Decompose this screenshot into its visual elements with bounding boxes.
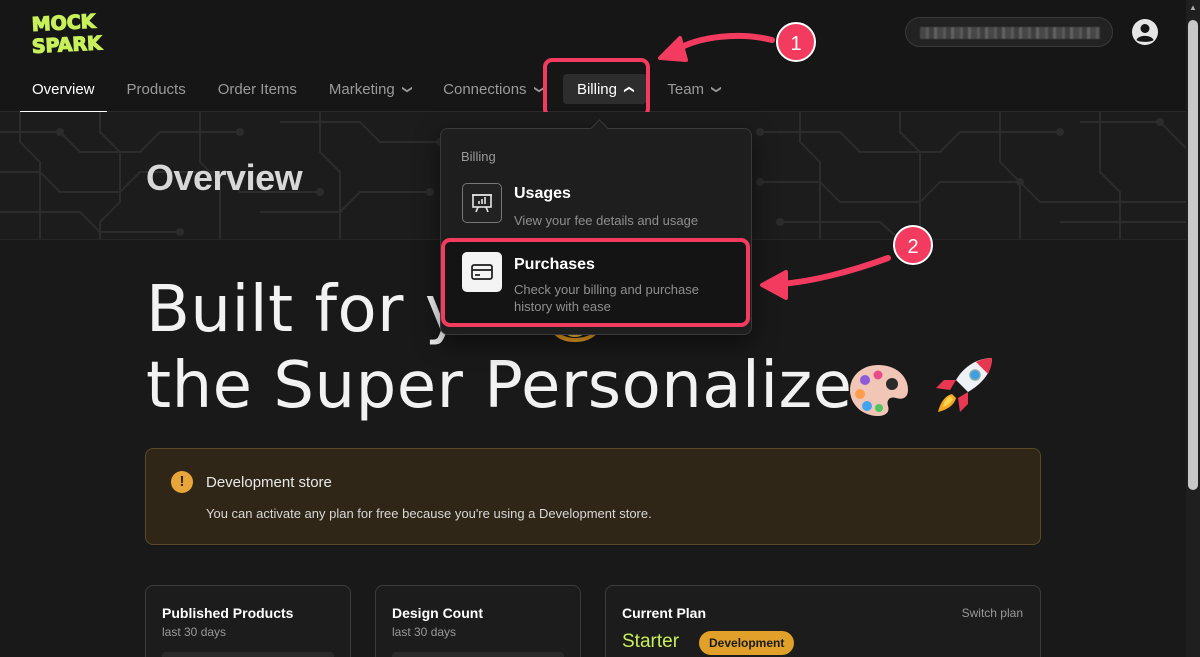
mockspark-logo[interactable]: MOCK SPARK bbox=[30, 8, 118, 56]
notice-title: Development store bbox=[206, 474, 332, 491]
nav-products-label: Products bbox=[126, 80, 186, 98]
development-store-notice: ! Development store You can activate any… bbox=[145, 448, 1041, 545]
warning-icon: ! bbox=[171, 471, 193, 493]
card-title: Published Products bbox=[162, 605, 294, 621]
menu-item-purchases[interactable]: Purchases Check your billing and purchas… bbox=[449, 246, 745, 319]
credit-card-icon bbox=[462, 252, 502, 292]
vertical-scrollbar[interactable]: ▲ bbox=[1186, 0, 1200, 657]
obscured-store-name bbox=[920, 27, 1100, 39]
rocket-emoji-icon bbox=[936, 358, 992, 412]
card-title: Current Plan bbox=[622, 605, 707, 621]
card-placeholder bbox=[162, 652, 334, 657]
nav-products[interactable]: Products bbox=[115, 66, 198, 112]
usage-chart-icon bbox=[462, 183, 502, 223]
nav-team[interactable]: Team ❯ bbox=[655, 66, 732, 112]
nav-connections[interactable]: Connections ❯ bbox=[431, 66, 555, 112]
menu-item-description: View your fee details and usage bbox=[514, 213, 699, 228]
nav-order-items-label: Order Items bbox=[217, 80, 297, 98]
notice-text: You can activate any plan for free becau… bbox=[206, 506, 652, 521]
scroll-up-icon[interactable]: ▲ bbox=[1189, 3, 1197, 12]
menu-item-description: Check your billing and purchase history … bbox=[514, 282, 699, 314]
nav-marketing-label: Marketing bbox=[328, 80, 395, 98]
current-plan-card: Current Plan Switch plan Starter Develop… bbox=[605, 585, 1041, 657]
nav-overview[interactable]: Overview bbox=[20, 66, 107, 113]
nav-overview-label: Overview bbox=[32, 80, 95, 98]
design-count-card: Design Count last 30 days bbox=[375, 585, 581, 657]
switch-plan-link[interactable]: Switch plan bbox=[962, 606, 1023, 620]
card-subtitle: last 30 days bbox=[392, 625, 457, 639]
card-subtitle: last 30 days bbox=[162, 625, 227, 639]
page-title: Overview bbox=[146, 157, 303, 198]
nav-order-items[interactable]: Order Items bbox=[206, 66, 309, 112]
chevron-down-icon: ❯ bbox=[710, 84, 722, 94]
nav-connections-label: Connections bbox=[443, 80, 527, 98]
chevron-down-icon: ❯ bbox=[401, 84, 413, 94]
dropdown-header: Billing bbox=[461, 149, 496, 164]
step-badge-2: 2 bbox=[893, 225, 933, 265]
published-products-card: Published Products last 30 days bbox=[145, 585, 351, 657]
billing-highlight-box bbox=[543, 58, 650, 118]
card-title: Design Count bbox=[392, 605, 483, 621]
store-selector[interactable] bbox=[905, 17, 1113, 47]
plan-name: Starter bbox=[622, 631, 680, 652]
headline-line-2: the Super Personalizer bbox=[146, 349, 880, 423]
plan-status-badge: Development bbox=[699, 631, 795, 655]
card-placeholder bbox=[392, 652, 564, 657]
menu-item-title: Usages bbox=[514, 185, 571, 202]
menu-item-title: Purchases bbox=[514, 256, 595, 273]
palette-emoji-icon bbox=[850, 365, 908, 416]
svg-text:SPARK: SPARK bbox=[31, 32, 103, 56]
nav-team-label: Team bbox=[667, 80, 705, 98]
menu-item-usages[interactable]: Usages View your fee details and usage bbox=[449, 175, 745, 233]
nav-marketing[interactable]: Marketing ❯ bbox=[317, 66, 423, 112]
scroll-thumb[interactable] bbox=[1188, 20, 1198, 490]
account-icon[interactable] bbox=[1131, 18, 1159, 46]
step-badge-1: 1 bbox=[776, 22, 816, 62]
